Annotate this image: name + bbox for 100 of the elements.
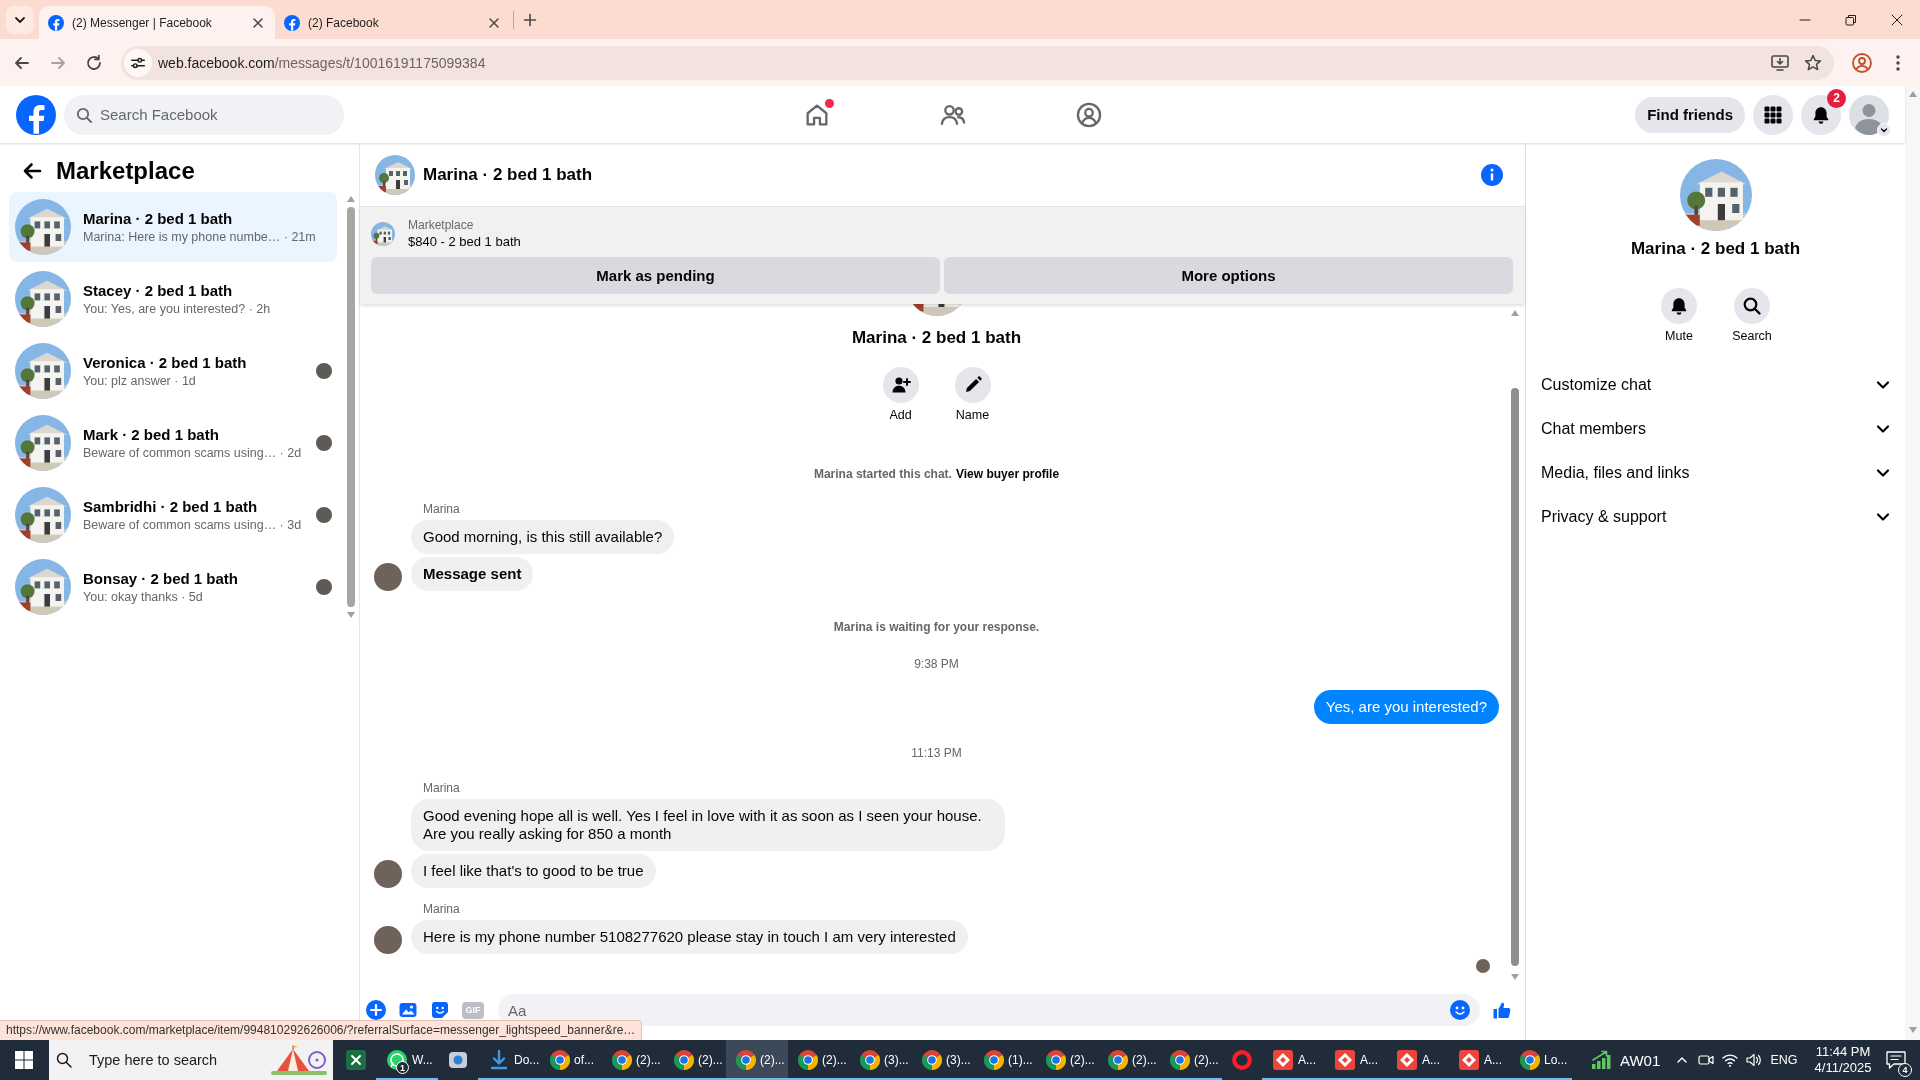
clock-time[interactable]: 11:44 PM xyxy=(1815,1044,1871,1060)
taskbar-app-button[interactable]: Do... xyxy=(478,1040,540,1080)
taskbar-app-button[interactable]: (3)... xyxy=(850,1040,912,1080)
taskbar-app-button[interactable]: Lo... xyxy=(1510,1040,1572,1080)
taskbar-app-button[interactable]: (2)... xyxy=(602,1040,664,1080)
conversation-item[interactable]: Sambridhi · 2 bed 1 bath Beware of common scams using… · 3d xyxy=(9,480,337,550)
conversation-item[interactable]: Stacey · 2 bed 1 bath You: Yes, are you interested? · 2h xyxy=(9,264,337,334)
search-icon xyxy=(1742,296,1762,316)
add-people-button[interactable] xyxy=(882,367,919,403)
scrollbar-thumb[interactable] xyxy=(1511,388,1519,966)
chevron-down-icon[interactable] xyxy=(1877,122,1891,137)
scroll-down-icon[interactable] xyxy=(347,612,355,618)
taskbar-app-button[interactable]: A... xyxy=(1386,1040,1448,1080)
scroll-down-icon[interactable] xyxy=(1511,974,1519,980)
taskbar-app-button[interactable]: (2)... xyxy=(664,1040,726,1080)
image-icon[interactable] xyxy=(398,1000,418,1020)
browser-tab[interactable]: (2) Messenger | Facebook xyxy=(39,6,275,39)
house-thumbnail xyxy=(15,199,71,255)
plus-icon[interactable] xyxy=(522,12,538,28)
conversation-name: Marina · 2 bed 1 bath xyxy=(83,208,233,229)
section-row[interactable]: Customize chat xyxy=(1541,363,1893,407)
taskbar-app-button[interactable]: A... xyxy=(1262,1040,1324,1080)
taskbar-app-button[interactable]: (1)... xyxy=(974,1040,1036,1080)
restore-icon[interactable] xyxy=(1844,12,1858,27)
scrollbar-thumb[interactable] xyxy=(347,207,355,607)
house-thumbnail xyxy=(15,271,71,327)
scroll-up-icon[interactable] xyxy=(347,196,355,202)
sticker-icon[interactable] xyxy=(430,1000,450,1020)
listing-action-button[interactable]: Mark as pending xyxy=(371,257,940,294)
taskbar-app-button[interactable]: (2)... xyxy=(1098,1040,1160,1080)
message-bubble: Yes, are you interested? xyxy=(1313,690,1499,724)
chrome-icon xyxy=(860,1050,880,1070)
rename-button[interactable] xyxy=(954,367,991,403)
listing-source: Marketplace xyxy=(408,217,474,233)
profile-icon[interactable] xyxy=(1851,51,1873,74)
listing-action-button[interactable]: More options xyxy=(944,257,1513,294)
taskbar-app-button[interactable]: A... xyxy=(1448,1040,1510,1080)
language-indicator[interactable]: ENG xyxy=(1766,1053,1802,1067)
conversation-item[interactable]: Bonsay · 2 bed 1 bath You: okay thanks · 5d xyxy=(9,552,337,622)
tab-search-button[interactable] xyxy=(6,6,34,34)
search-button[interactable] xyxy=(1734,288,1770,324)
taskbar-app-button[interactable]: (2)... xyxy=(1036,1040,1098,1080)
button-label: Search xyxy=(1732,328,1772,344)
conversation-item[interactable]: Mark · 2 bed 1 bath Beware of common scams using… · 2d xyxy=(9,408,337,478)
taskbar-app-button[interactable]: A... xyxy=(1324,1040,1386,1080)
find-friends-button[interactable]: Find friends xyxy=(1635,96,1745,133)
taskbar-app-button[interactable]: W... 1 xyxy=(376,1040,438,1080)
chrome-icon xyxy=(922,1050,942,1070)
message-field[interactable]: Aa xyxy=(498,994,1480,1026)
scroll-up-icon[interactable] xyxy=(1511,310,1519,316)
buyer-profile-link[interactable]: View buyer profile xyxy=(955,467,1060,481)
conversation-item[interactable]: Veronica · 2 bed 1 bath You: plz answer · 1d xyxy=(9,336,337,406)
message-icon[interactable] xyxy=(1885,1049,1907,1071)
star-icon[interactable] xyxy=(1803,52,1823,73)
section-row[interactable]: Privacy & support xyxy=(1541,495,1893,539)
section-row[interactable]: Chat members xyxy=(1541,407,1893,451)
button-label: Name xyxy=(955,407,990,423)
menu-button[interactable] xyxy=(1753,94,1793,135)
bell-icon xyxy=(1811,104,1831,125)
info-icon[interactable] xyxy=(1480,162,1504,187)
taskbar-app-button[interactable]: (2)... xyxy=(1160,1040,1222,1080)
message-bubble: Good evening hope all is well. Yes I feel in love with it as soon as I seen your house. Are you really asking for 850 a month xyxy=(411,799,1005,851)
search-icon xyxy=(56,1052,72,1068)
clock-date[interactable]: 4/11/2025 xyxy=(1814,1060,1872,1076)
conversation-name: Veronica · 2 bed 1 bath xyxy=(83,352,247,373)
taskbar-search-field[interactable]: Type here to search xyxy=(49,1040,333,1080)
bell-icon xyxy=(1669,296,1689,316)
site-info-button[interactable] xyxy=(124,48,152,77)
conversation-item[interactable]: Marina · 2 bed 1 bath Marina: Here is my phone numbe… · 21m xyxy=(9,192,337,262)
profile-circle-icon xyxy=(1074,100,1103,129)
message-preview: You: plz answer · 1d xyxy=(83,372,196,390)
taskbar-app-button[interactable]: (2)... xyxy=(726,1040,788,1080)
notification-count: 4 xyxy=(1898,1063,1912,1077)
taskbar-app-button[interactable]: (2)... xyxy=(788,1040,850,1080)
facebook-logo-icon[interactable] xyxy=(16,94,56,135)
sidebar-title: Marketplace xyxy=(56,157,195,185)
notifications-button[interactable] xyxy=(1801,94,1841,135)
reload-icon[interactable] xyxy=(84,52,104,73)
house-thumbnail xyxy=(15,343,71,399)
emoji-icon[interactable] xyxy=(1450,1000,1470,1020)
browser-tab[interactable]: (2) Facebook xyxy=(275,6,511,39)
speaker-icon[interactable] xyxy=(1745,1051,1763,1069)
message-preview: Beware of common scams using… · 2d xyxy=(83,444,302,462)
house-thumbnail xyxy=(371,222,395,246)
taskbar-app-button[interactable]: of... xyxy=(540,1040,602,1080)
search-field[interactable]: Search Facebook xyxy=(64,94,344,135)
windows-logo-icon xyxy=(15,1051,33,1069)
address-bar[interactable]: web.facebook.com/messages/t/10016191175099384 xyxy=(121,45,1834,80)
search-icon xyxy=(76,106,92,123)
install-icon[interactable] xyxy=(1770,52,1790,73)
chrome-icon xyxy=(1046,1050,1066,1070)
section-row[interactable]: Media, files and links xyxy=(1541,451,1893,495)
ring-icon xyxy=(1231,1049,1253,1071)
taskbar-app-button[interactable]: (3)... xyxy=(912,1040,974,1080)
signal-bars-icon[interactable] xyxy=(1591,1050,1613,1070)
plus-circle-icon[interactable] xyxy=(366,1000,386,1020)
camera-icon[interactable] xyxy=(1698,1052,1714,1068)
mute-button[interactable] xyxy=(1661,288,1697,324)
thumbs-up-icon[interactable] xyxy=(1492,1000,1512,1020)
close-icon[interactable] xyxy=(1890,12,1904,27)
